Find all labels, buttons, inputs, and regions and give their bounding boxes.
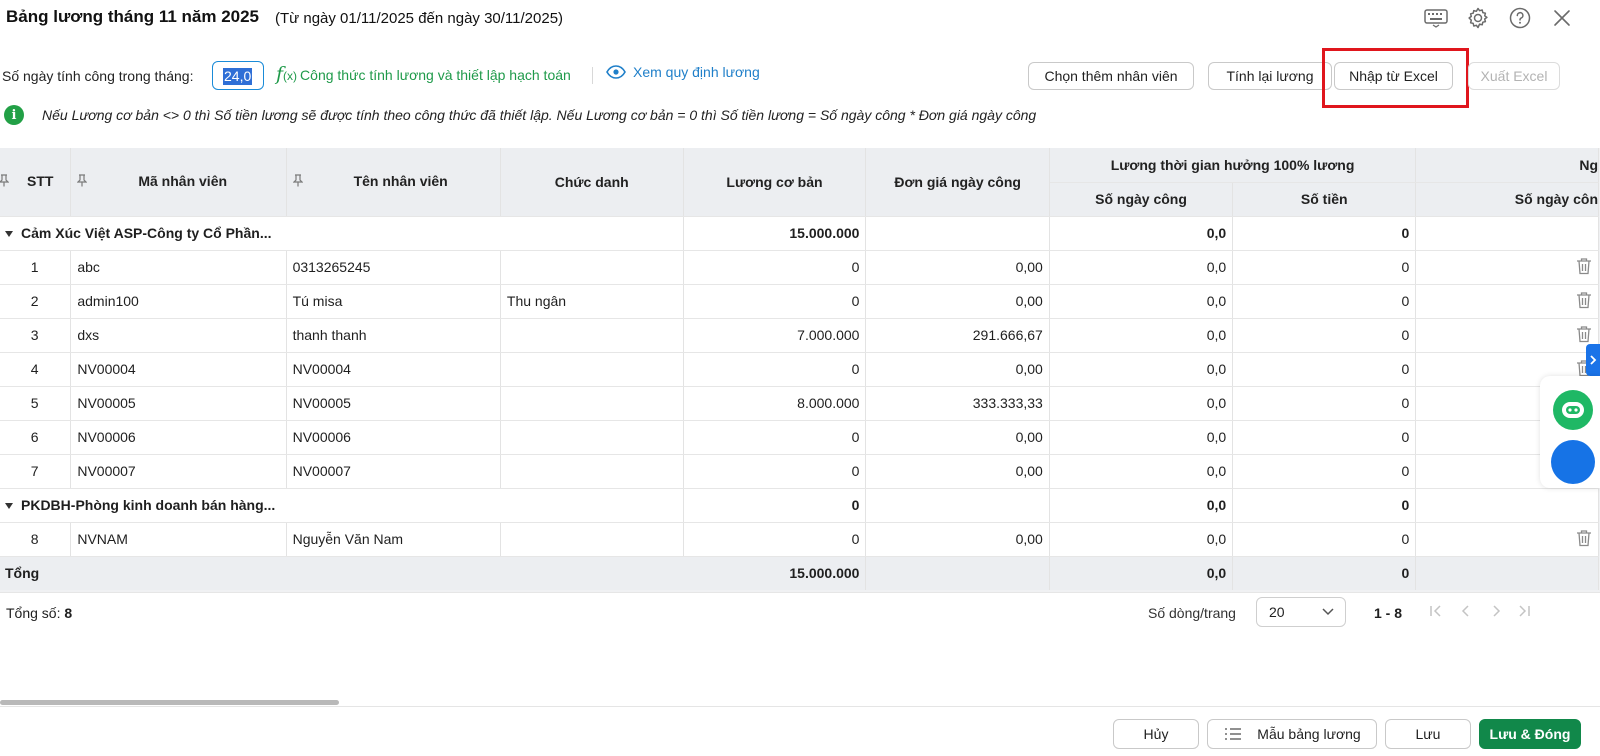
page-range: 1 - 8 <box>1374 605 1403 621</box>
working-days-value: 24,0 <box>223 68 253 85</box>
group-amount: 0 <box>1232 488 1417 523</box>
header-employee-code[interactable]: Mã nhân viên <box>70 148 287 217</box>
first-page-icon[interactable] <box>1428 603 1444 622</box>
group-row[interactable]: PKDBH-Phòng kinh doanh bán hàng... 0 0,0… <box>0 488 1599 523</box>
toolbar-divider <box>592 67 593 84</box>
working-days-label: Số ngày tính công trong tháng: <box>2 68 194 84</box>
pagination-bar: Tổng số: 8 Số dòng/trang 20 1 - 8 <box>0 592 1600 634</box>
info-text: Nếu Lương cơ bản <> 0 thì Số tiền lương … <box>42 107 1037 123</box>
table-row[interactable]: 7 NV00007 NV00007 0 0,00 0,0 0 <box>0 454 1599 489</box>
info-icon: i <box>4 105 24 125</box>
total-label: Tổng <box>0 556 684 590</box>
function-icon: f <box>276 63 284 85</box>
header-job-title[interactable]: Chức danh <box>500 148 684 217</box>
title-bar: Bảng lương tháng 11 năm 2025 (Từ ngày 01… <box>0 0 1600 36</box>
header-amount[interactable]: Số tiền <box>1232 182 1417 217</box>
trash-icon[interactable] <box>1576 529 1592 547</box>
keyboard-icon[interactable] <box>1422 4 1450 32</box>
trash-icon[interactable] <box>1576 291 1592 309</box>
list-icon <box>1224 726 1242 745</box>
side-panel-toggle[interactable] <box>1586 344 1600 376</box>
eye-icon <box>606 65 626 79</box>
date-range: (Từ ngày 01/11/2025 đến ngày 30/11/2025) <box>275 10 564 27</box>
header-next-group: Ng <box>1415 148 1599 183</box>
working-days-input[interactable]: 24,0 <box>212 61 264 90</box>
export-excel-button[interactable]: Xuất Excel <box>1468 62 1560 90</box>
table-row[interactable]: 5 NV00005 NV00005 8.000.000 333.333,33 0… <box>0 386 1599 421</box>
salary-table: STT Mã nhân viên Tên nhân viên Chức danh… <box>0 148 1599 590</box>
floating-assistant-panel <box>1540 376 1600 488</box>
help-icon[interactable] <box>1506 4 1534 32</box>
save-button[interactable]: Lưu <box>1385 719 1471 749</box>
function-icon-x: (x) <box>283 69 298 83</box>
recalculate-button[interactable]: Tính lại lương <box>1208 62 1332 90</box>
header-base-salary[interactable]: Lương cơ bản <box>683 148 867 217</box>
view-rules-label: Xem quy định lương <box>633 64 760 80</box>
save-and-close-button[interactable]: Lưu & Đóng <box>1479 719 1581 749</box>
pin-icon <box>76 174 88 190</box>
group-row[interactable]: Cảm Xúc Việt ASP-Công ty Cổ Phần... 15.0… <box>0 216 1599 251</box>
footer-bar: Hủy Mẫu bảng lương Lưu Lưu & Đóng <box>0 708 1600 756</box>
horizontal-scroll-track <box>0 706 1600 707</box>
view-rules-link[interactable]: Xem quy định lương <box>606 64 760 80</box>
total-row: Tổng 15.000.000 0,0 0 <box>0 556 1599 590</box>
collapse-icon[interactable] <box>5 503 13 510</box>
last-page-icon[interactable] <box>1516 603 1532 622</box>
gear-icon[interactable] <box>1464 4 1492 32</box>
header-group-100: Lương thời gian hưởng 100% lương <box>1049 148 1417 183</box>
page-title: Bảng lương tháng 11 năm 2025 <box>6 7 260 26</box>
collapse-icon[interactable] <box>5 231 13 238</box>
table-row[interactable]: 3 dxs thanh thanh 7.000.000 291.666,67 0… <box>0 318 1599 353</box>
header-stt[interactable]: STT <box>0 148 72 217</box>
group-base-salary: 0 <box>683 488 867 523</box>
group-working-days: 0,0 <box>1049 216 1234 251</box>
chat-button[interactable] <box>1551 440 1595 484</box>
rows-per-page-label: Số dòng/trang <box>1148 605 1236 621</box>
total-base-salary: 15.000.000 <box>683 556 867 590</box>
pin-icon <box>0 174 10 190</box>
horizontal-scrollbar[interactable] <box>0 700 339 705</box>
previous-page-icon[interactable] <box>1458 603 1474 622</box>
table-row[interactable]: 4 NV00004 NV00004 0 0,00 0,0 0 <box>0 352 1599 387</box>
pin-icon <box>292 174 304 190</box>
group-amount: 0 <box>1232 216 1417 251</box>
group-base-salary: 15.000.000 <box>683 216 867 251</box>
chevron-right-icon <box>1590 355 1597 365</box>
header-next-working-days[interactable]: Số ngày côn <box>1415 182 1599 217</box>
close-icon[interactable] <box>1548 4 1576 32</box>
formula-link[interactable]: f (x) Công thức tính lương và thiết lập h… <box>276 63 571 85</box>
info-banner: i Nếu Lương cơ bản <> 0 thì Số tiền lươn… <box>4 105 1036 125</box>
robot-icon <box>1562 402 1584 418</box>
header-working-days[interactable]: Số ngày công <box>1049 182 1234 217</box>
next-page-icon[interactable] <box>1488 603 1504 622</box>
formula-link-label: Công thức tính lương và thiết lập hạch t… <box>300 67 571 83</box>
table-row[interactable]: 8 NVNAM Nguyễn Văn Nam 0 0,00 0,0 0 <box>0 522 1599 557</box>
header-daily-rate[interactable]: Đơn giá ngày công <box>865 148 1050 217</box>
add-employee-button[interactable]: Chọn thêm nhân viên <box>1028 62 1194 90</box>
group-name[interactable]: PKDBH-Phòng kinh doanh bán hàng... <box>0 488 501 523</box>
ai-assistant-button[interactable] <box>1553 390 1593 430</box>
table-row[interactable]: 2 admin100 Tú misa Thu ngân 0 0,00 0,0 0 <box>0 284 1599 319</box>
trash-icon[interactable] <box>1576 325 1592 343</box>
salary-grid: STT Mã nhân viên Tên nhân viên Chức danh… <box>0 148 1600 633</box>
chevron-down-icon <box>1321 604 1335 621</box>
trash-icon[interactable] <box>1576 257 1592 275</box>
table-row[interactable]: 1 abc 0313265245 0 0,00 0,0 0 <box>0 250 1599 285</box>
rows-per-page-select[interactable]: 20 <box>1256 597 1346 627</box>
total-records: Tổng số: 8 <box>6 605 73 621</box>
cancel-button[interactable]: Hủy <box>1113 719 1199 749</box>
group-name[interactable]: Cảm Xúc Việt ASP-Công ty Cổ Phần... <box>0 216 501 251</box>
salary-template-button[interactable]: Mẫu bảng lương <box>1207 719 1377 749</box>
total-working-days: 0,0 <box>1049 556 1234 590</box>
table-row[interactable]: 6 NV00006 NV00006 0 0,00 0,0 0 <box>0 420 1599 455</box>
highlight-box <box>1322 48 1469 108</box>
header-employee-name[interactable]: Tên nhân viên <box>286 148 501 217</box>
total-amount: 0 <box>1232 556 1417 590</box>
group-working-days: 0,0 <box>1049 488 1234 523</box>
